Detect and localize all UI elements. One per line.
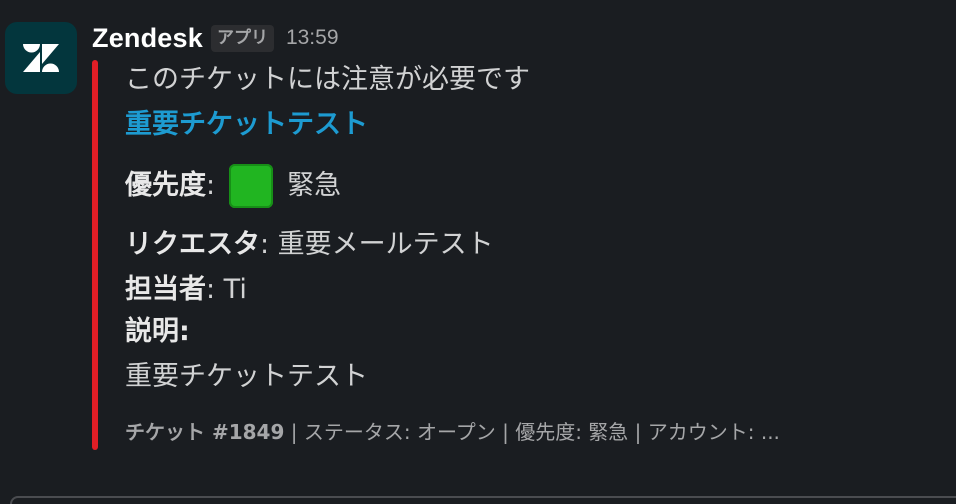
field-assignee: 担当者: Ti: [125, 270, 247, 310]
sender-name[interactable]: Zendesk: [92, 23, 203, 54]
message: Zendesk アプリ 13:59 このチケットには注意が必要です 重要チケット…: [0, 0, 956, 504]
footer-ticket-number: チケット #1849: [125, 420, 285, 444]
requester-label: リクエスタ: [125, 229, 260, 260]
requester-value: : 重要メールテスト: [260, 229, 494, 260]
message-header: Zendesk アプリ 13:59: [92, 18, 339, 58]
attachment-color-bar: [92, 60, 98, 450]
zendesk-avatar[interactable]: [5, 22, 77, 94]
app-badge: アプリ: [210, 24, 274, 52]
field-requester: リクエスタ: 重要メールテスト: [125, 225, 494, 265]
attachment-footer: チケット #1849 | ステータス: オープン | 優先度: 緊急 | アカウ…: [125, 417, 847, 447]
footer-details: | ステータス: オープン | 優先度: 緊急 | アカウント: ...: [284, 420, 780, 444]
green-square-icon: [229, 164, 274, 208]
description-value: 重要チケットテスト: [125, 361, 368, 392]
message-timestamp[interactable]: 13:59: [286, 26, 339, 50]
ticket-title-link[interactable]: 重要チケットテスト: [125, 105, 368, 145]
zendesk-logo-icon: [23, 44, 59, 72]
attachment-pretext: このチケットには注意が必要です: [125, 64, 530, 95]
description-label: 説明:: [125, 316, 190, 347]
assignee-label: 担当者: [125, 274, 206, 305]
field-priority: 優先度: 緊急: [125, 164, 341, 208]
priority-label: 優先度: [125, 170, 206, 201]
assignee-value: : Ti: [206, 274, 247, 305]
priority-colon: :: [206, 170, 216, 201]
message-composer-edge: [10, 496, 956, 504]
priority-value: 緊急: [287, 170, 342, 201]
